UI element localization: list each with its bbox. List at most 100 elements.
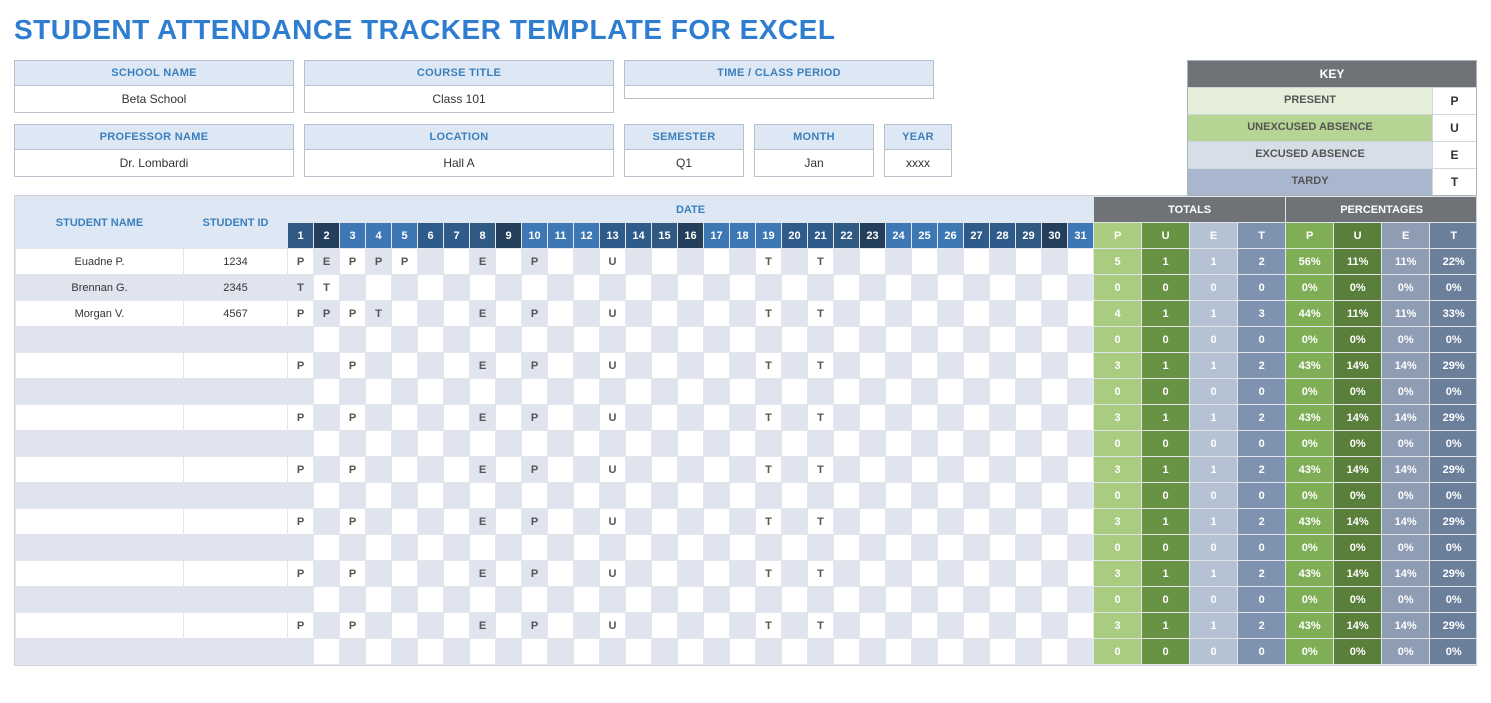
attendance-cell[interactable] bbox=[600, 587, 626, 613]
attendance-cell[interactable] bbox=[418, 613, 444, 639]
attendance-cell[interactable] bbox=[990, 275, 1016, 301]
attendance-cell[interactable] bbox=[392, 353, 418, 379]
attendance-cell[interactable]: E bbox=[470, 509, 496, 535]
attendance-cell[interactable] bbox=[574, 587, 600, 613]
attendance-cell[interactable] bbox=[964, 353, 990, 379]
attendance-cell[interactable] bbox=[886, 353, 912, 379]
attendance-cell[interactable] bbox=[886, 379, 912, 405]
attendance-cell[interactable] bbox=[418, 509, 444, 535]
attendance-cell[interactable] bbox=[964, 639, 990, 665]
attendance-cell[interactable] bbox=[834, 379, 860, 405]
attendance-cell[interactable] bbox=[574, 431, 600, 457]
attendance-cell[interactable]: T bbox=[756, 561, 782, 587]
attendance-cell[interactable] bbox=[704, 327, 730, 353]
attendance-cell[interactable] bbox=[886, 561, 912, 587]
attendance-cell[interactable] bbox=[392, 639, 418, 665]
attendance-cell[interactable] bbox=[834, 301, 860, 327]
attendance-cell[interactable] bbox=[1016, 275, 1042, 301]
attendance-cell[interactable] bbox=[574, 353, 600, 379]
attendance-cell[interactable]: T bbox=[808, 457, 834, 483]
attendance-cell[interactable]: U bbox=[600, 561, 626, 587]
attendance-cell[interactable] bbox=[860, 639, 886, 665]
attendance-cell[interactable] bbox=[912, 275, 938, 301]
attendance-cell[interactable] bbox=[418, 639, 444, 665]
attendance-cell[interactable] bbox=[548, 483, 574, 509]
attendance-cell[interactable] bbox=[1016, 301, 1042, 327]
attendance-cell[interactable] bbox=[418, 431, 444, 457]
attendance-cell[interactable] bbox=[548, 327, 574, 353]
attendance-cell[interactable] bbox=[730, 431, 756, 457]
attendance-cell[interactable] bbox=[548, 353, 574, 379]
attendance-cell[interactable]: T bbox=[756, 457, 782, 483]
attendance-cell[interactable] bbox=[600, 327, 626, 353]
attendance-cell[interactable]: P bbox=[522, 249, 548, 275]
attendance-cell[interactable] bbox=[964, 587, 990, 613]
attendance-cell[interactable] bbox=[1016, 431, 1042, 457]
attendance-cell[interactable] bbox=[964, 327, 990, 353]
attendance-cell[interactable]: T bbox=[756, 405, 782, 431]
attendance-cell[interactable] bbox=[496, 327, 522, 353]
attendance-cell[interactable] bbox=[704, 457, 730, 483]
attendance-cell[interactable] bbox=[314, 327, 340, 353]
attendance-cell[interactable] bbox=[574, 379, 600, 405]
attendance-cell[interactable] bbox=[704, 587, 730, 613]
attendance-cell[interactable]: P bbox=[522, 301, 548, 327]
attendance-cell[interactable] bbox=[652, 405, 678, 431]
attendance-cell[interactable] bbox=[392, 509, 418, 535]
attendance-cell[interactable] bbox=[1068, 353, 1094, 379]
attendance-cell[interactable] bbox=[522, 535, 548, 561]
attendance-cell[interactable] bbox=[990, 249, 1016, 275]
attendance-cell[interactable] bbox=[288, 431, 314, 457]
attendance-cell[interactable] bbox=[314, 379, 340, 405]
attendance-cell[interactable] bbox=[444, 431, 470, 457]
attendance-cell[interactable] bbox=[418, 249, 444, 275]
attendance-cell[interactable]: T bbox=[756, 613, 782, 639]
student-name-cell[interactable] bbox=[16, 483, 184, 509]
attendance-cell[interactable] bbox=[1016, 405, 1042, 431]
attendance-cell[interactable] bbox=[470, 483, 496, 509]
attendance-cell[interactable] bbox=[600, 483, 626, 509]
student-name-cell[interactable]: Brennan G. bbox=[16, 275, 184, 301]
attendance-cell[interactable] bbox=[964, 457, 990, 483]
attendance-cell[interactable] bbox=[444, 405, 470, 431]
attendance-cell[interactable]: P bbox=[340, 249, 366, 275]
attendance-cell[interactable] bbox=[990, 613, 1016, 639]
attendance-cell[interactable] bbox=[626, 457, 652, 483]
attendance-cell[interactable] bbox=[1068, 405, 1094, 431]
attendance-cell[interactable] bbox=[1016, 483, 1042, 509]
student-name-cell[interactable] bbox=[16, 535, 184, 561]
student-id-cell[interactable] bbox=[184, 613, 288, 639]
attendance-cell[interactable] bbox=[834, 509, 860, 535]
attendance-cell[interactable] bbox=[652, 587, 678, 613]
attendance-cell[interactable]: T bbox=[808, 561, 834, 587]
attendance-cell[interactable] bbox=[444, 327, 470, 353]
attendance-cell[interactable] bbox=[288, 327, 314, 353]
attendance-cell[interactable] bbox=[1016, 327, 1042, 353]
student-id-cell[interactable] bbox=[184, 535, 288, 561]
attendance-cell[interactable] bbox=[678, 353, 704, 379]
attendance-cell[interactable] bbox=[860, 301, 886, 327]
student-id-cell[interactable]: 1234 bbox=[184, 249, 288, 275]
attendance-cell[interactable] bbox=[652, 353, 678, 379]
attendance-cell[interactable]: P bbox=[522, 353, 548, 379]
attendance-cell[interactable] bbox=[756, 431, 782, 457]
attendance-cell[interactable] bbox=[1068, 483, 1094, 509]
student-name-cell[interactable]: Morgan V. bbox=[16, 301, 184, 327]
attendance-cell[interactable] bbox=[366, 561, 392, 587]
attendance-cell[interactable] bbox=[1042, 405, 1068, 431]
attendance-cell[interactable] bbox=[392, 613, 418, 639]
attendance-cell[interactable] bbox=[964, 613, 990, 639]
attendance-cell[interactable] bbox=[964, 535, 990, 561]
attendance-cell[interactable] bbox=[652, 301, 678, 327]
attendance-cell[interactable] bbox=[288, 587, 314, 613]
attendance-cell[interactable] bbox=[678, 379, 704, 405]
attendance-cell[interactable] bbox=[444, 301, 470, 327]
attendance-cell[interactable]: U bbox=[600, 249, 626, 275]
attendance-cell[interactable] bbox=[756, 483, 782, 509]
attendance-cell[interactable] bbox=[314, 431, 340, 457]
attendance-cell[interactable] bbox=[418, 327, 444, 353]
attendance-cell[interactable] bbox=[990, 639, 1016, 665]
attendance-cell[interactable] bbox=[652, 327, 678, 353]
attendance-cell[interactable] bbox=[860, 535, 886, 561]
attendance-cell[interactable] bbox=[1068, 301, 1094, 327]
